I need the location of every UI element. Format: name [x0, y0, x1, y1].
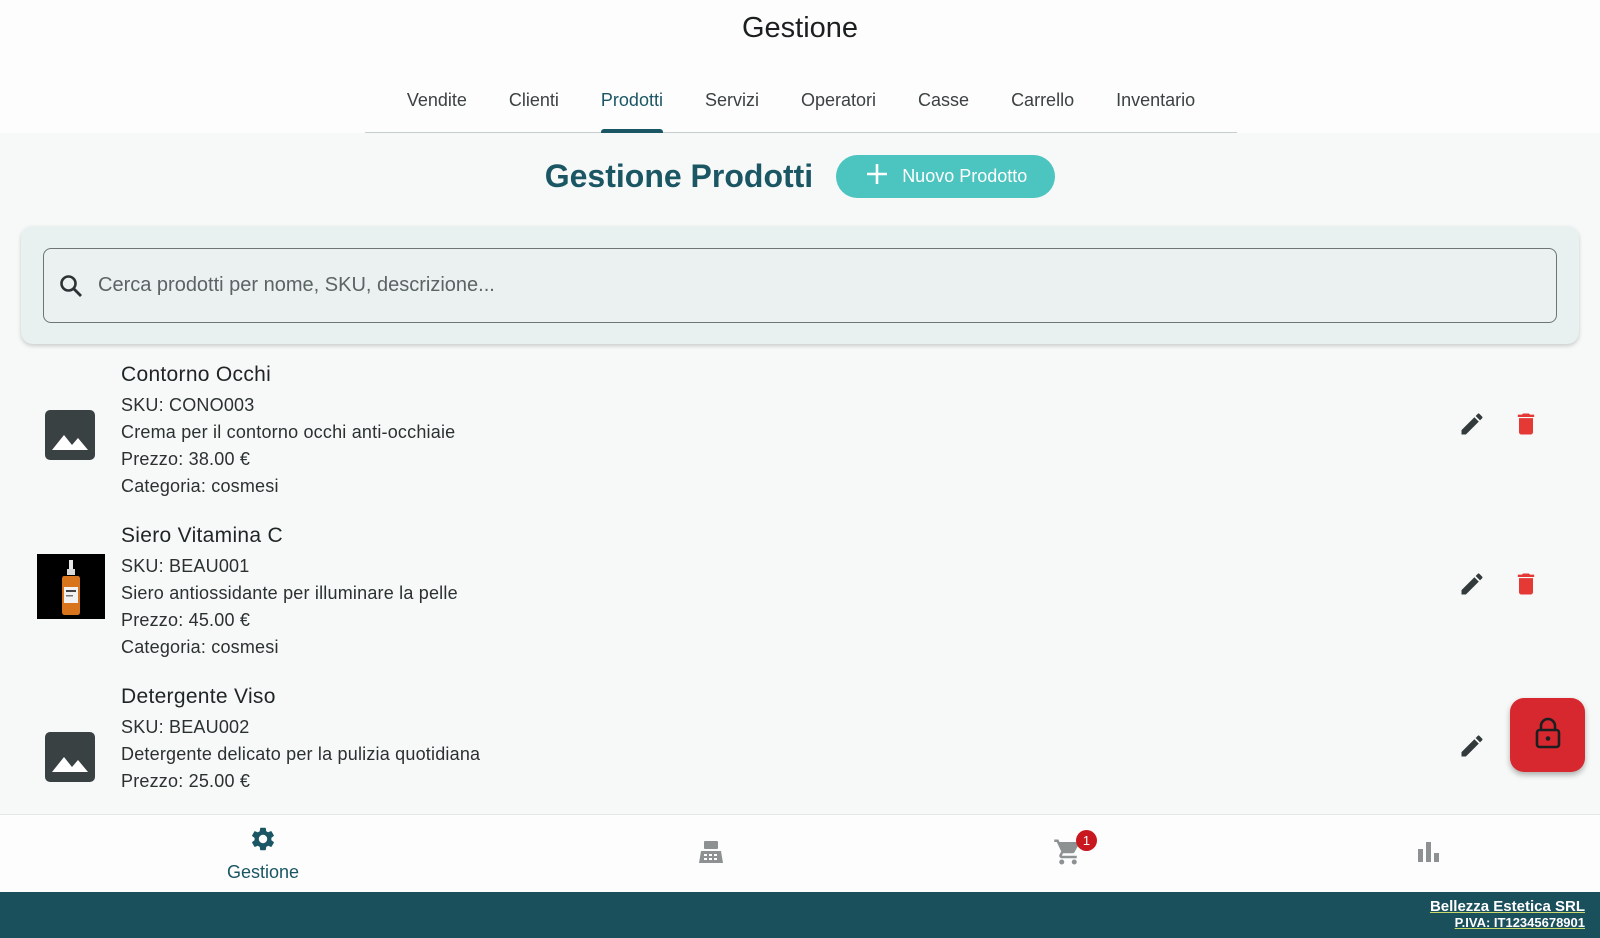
search-icon — [58, 273, 84, 299]
delete-button[interactable] — [1510, 410, 1542, 442]
tab-operatori[interactable]: Operatori — [780, 72, 897, 132]
tab-bar: Vendite Clienti Prodotti Servizi Operato… — [365, 72, 1237, 133]
product-name: Detergente Viso — [121, 685, 276, 708]
product-sku: SKU: CONO003 — [121, 395, 255, 415]
app-title: Gestione — [741, 12, 859, 44]
new-product-button[interactable]: Nuovo Prodotto — [836, 154, 1056, 198]
nav-gestione[interactable]: Gestione — [203, 815, 323, 893]
tab-clienti[interactable]: Clienti — [488, 72, 580, 132]
search-input[interactable] — [98, 274, 1498, 297]
vat-number: P.IVA: IT12345678901 — [1454, 915, 1585, 930]
product-sku: SKU: BEAU001 — [121, 556, 250, 576]
product-name: Contorno Occhi — [121, 363, 272, 386]
trash-icon — [1512, 570, 1540, 603]
bottom-navigation: Gestione 1 — [0, 814, 1600, 892]
lock-button[interactable] — [1510, 698, 1585, 772]
image-placeholder-icon — [45, 732, 95, 782]
lock-icon — [1533, 717, 1563, 754]
product-list: Contorno Occhi SKU: CONO003 Crema per il… — [21, 356, 1579, 814]
tab-carrello[interactable]: Carrello — [990, 72, 1095, 132]
product-description: Crema per il contorno occhi anti-occhiai… — [121, 422, 456, 442]
product-info: Siero Vitamina C SKU: BEAU001 Siero anti… — [121, 521, 458, 661]
list-item[interactable]: Detergente Viso SKU: BEAU002 Detergente … — [21, 678, 1579, 814]
nav-carrello[interactable]: 1 — [1008, 815, 1128, 893]
nav-gestione-label: Gestione — [226, 862, 300, 882]
delete-button[interactable] — [1510, 570, 1542, 602]
tab-vendite[interactable]: Vendite — [386, 72, 488, 132]
pencil-icon — [1458, 570, 1486, 603]
pencil-icon — [1458, 410, 1486, 443]
edit-button[interactable] — [1456, 732, 1488, 764]
product-price: Prezzo: 45.00 € — [121, 610, 251, 630]
product-price: Prezzo: 38.00 € — [121, 449, 251, 469]
nav-cassa[interactable] — [651, 815, 771, 893]
new-product-label: Nuovo Prodotto — [902, 165, 1028, 186]
product-description: Siero antiossidante per illuminare la pe… — [121, 583, 458, 603]
top-app-bar: Gestione Vendite Clienti Prodotti Serviz… — [0, 0, 1600, 133]
product-info: Contorno Occhi SKU: CONO003 Crema per il… — [121, 360, 455, 500]
search-card — [21, 226, 1579, 344]
tab-casse[interactable]: Casse — [897, 72, 990, 132]
list-item[interactable]: Contorno Occhi SKU: CONO003 Crema per il… — [21, 356, 1579, 517]
product-info: Detergente Viso SKU: BEAU002 Detergente … — [121, 682, 480, 795]
product-category: Categoria: cosmesi — [121, 476, 279, 496]
page-header: Gestione Prodotti Nuovo Prodotto — [0, 154, 1600, 198]
product-name: Siero Vitamina C — [121, 524, 283, 547]
footer-bar: Bellezza Estetica SRL P.IVA: IT123456789… — [0, 892, 1600, 938]
search-field[interactable] — [43, 248, 1557, 323]
plus-icon — [866, 163, 888, 190]
edit-button[interactable] — [1456, 410, 1488, 442]
tab-inventario[interactable]: Inventario — [1095, 72, 1216, 132]
product-category: Categoria: cosmesi — [121, 637, 279, 657]
nav-statistiche[interactable] — [1368, 815, 1488, 893]
product-price: Prezzo: 25.00 € — [121, 771, 251, 791]
trash-icon — [1512, 410, 1540, 443]
list-item[interactable]: Siero Vitamina C SKU: BEAU001 Siero anti… — [21, 517, 1579, 678]
page-title: Gestione Prodotti — [544, 157, 814, 194]
tab-prodotti[interactable]: Prodotti — [580, 72, 684, 133]
product-sku: SKU: BEAU002 — [121, 717, 250, 737]
product-description: Detergente delicato per la pulizia quoti… — [121, 744, 481, 764]
gear-icon — [249, 825, 277, 858]
cash-register-icon — [696, 837, 726, 872]
serum-bottle-photo — [37, 554, 105, 619]
bar-chart-icon — [1415, 839, 1441, 870]
edit-button[interactable] — [1456, 570, 1488, 602]
company-name: Bellezza Estetica SRL — [1429, 898, 1585, 915]
image-placeholder-icon — [45, 410, 95, 460]
pencil-icon — [1458, 732, 1486, 765]
cart-badge: 1 — [1076, 830, 1097, 851]
tab-servizi[interactable]: Servizi — [684, 72, 780, 132]
